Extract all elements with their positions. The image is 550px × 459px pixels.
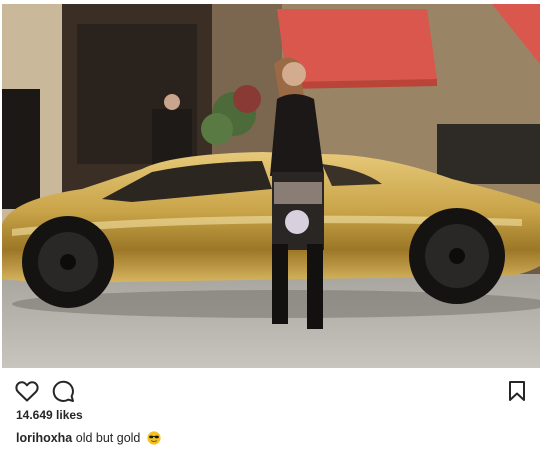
post-caption: lorihoxha old but gold: [16, 431, 161, 445]
post-photo-graphic: [2, 4, 540, 368]
heart-icon[interactable]: [14, 378, 40, 404]
likes-count[interactable]: 14.649 likes: [16, 408, 83, 422]
post-action-bar: [14, 378, 530, 404]
caption-text: old but gold: [75, 431, 141, 445]
bookmark-icon[interactable]: [504, 378, 530, 404]
sunglasses-emoji-icon: [147, 431, 161, 445]
instagram-post: 14.649 likes lorihoxha old but gold: [0, 0, 550, 459]
caption-username[interactable]: lorihoxha: [16, 431, 72, 445]
post-photo[interactable]: [2, 4, 540, 368]
truncated-comment-row: [16, 452, 156, 459]
comment-bubble-icon[interactable]: [50, 378, 76, 404]
